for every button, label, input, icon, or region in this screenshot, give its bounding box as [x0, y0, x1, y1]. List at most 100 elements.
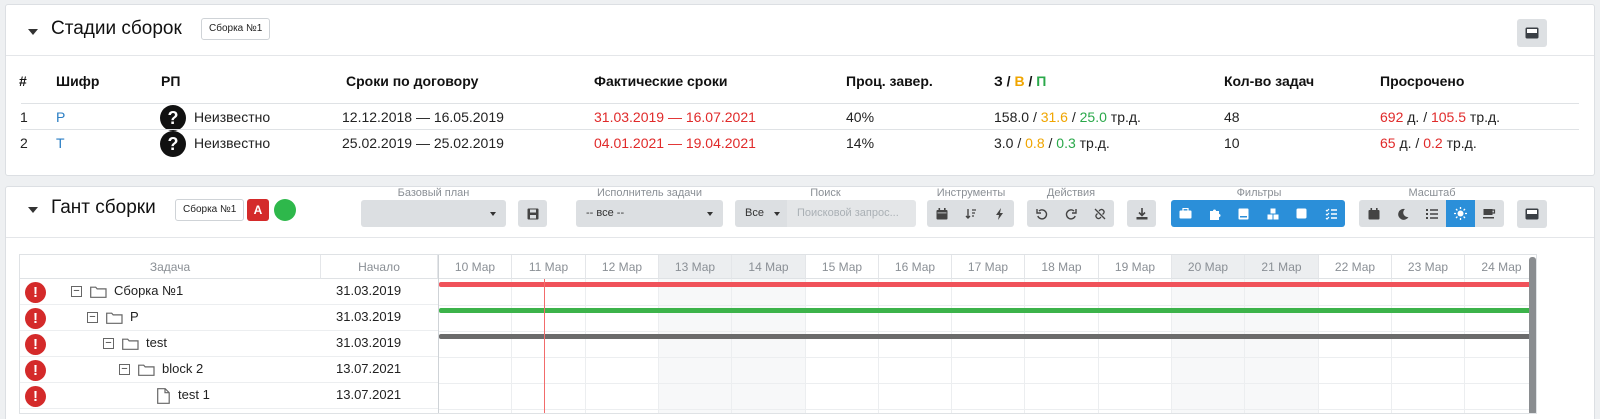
row-lines [439, 279, 1536, 280]
task-start: 13.07.2021 [336, 361, 402, 376]
folder-icon [106, 312, 123, 324]
col-rp: РП [161, 73, 181, 89]
day-header: 21 Мар [1245, 255, 1319, 279]
header-divider [6, 55, 1594, 56]
row-gridline [439, 305, 1536, 306]
day-header: 17 Мар [952, 255, 1025, 279]
panel-menu-button[interactable] [1517, 19, 1547, 47]
save-plan-button[interactable] [518, 200, 547, 227]
calendar-icon[interactable] [927, 200, 956, 227]
task-name: Р [130, 309, 139, 324]
collapse-icon[interactable]: − [87, 312, 98, 323]
tasks-icon[interactable] [1316, 200, 1345, 227]
calendar-icon[interactable] [1359, 200, 1388, 227]
floppy-icon [527, 208, 538, 219]
row-gridline [439, 357, 1536, 358]
col-percent: Проц. завер. [846, 73, 933, 89]
task-row[interactable]: ! − test 31.03.2019 [20, 331, 438, 357]
folder-icon [90, 286, 107, 298]
moon-icon[interactable] [1388, 200, 1417, 227]
cubes-icon[interactable] [1258, 200, 1287, 227]
coffee-icon[interactable] [1475, 200, 1504, 227]
row-gridline [439, 331, 1536, 332]
panel-menu-button[interactable] [1517, 200, 1547, 228]
gantt-bar-r[interactable] [439, 308, 1536, 313]
executor-select[interactable]: -- все -- [576, 200, 723, 227]
day-header: 11 Мар [512, 255, 586, 279]
stages-panel: Стадии сборок Сборка №1 # Шифр РП Сроки … [5, 4, 1595, 176]
row-code-link[interactable]: Т [56, 135, 65, 151]
task-row[interactable]: ! − Сборка №1 31.03.2019 [20, 279, 438, 305]
actions-group [1027, 200, 1114, 227]
chevron-down-icon [774, 212, 780, 216]
briefcase-icon[interactable] [1171, 200, 1200, 227]
gantt-timeline: 10 Мар 11 Мар 12 Мар 13 Мар 14 Мар 15 Мар 16 М… [439, 255, 1536, 413]
base-plan-select[interactable] [361, 200, 506, 227]
collapse-icon[interactable]: − [71, 286, 82, 297]
filters-group [1171, 200, 1345, 227]
col-overdue: Просрочено [1380, 73, 1465, 89]
gantt-panel: Гант сборки Сборка №1 A Базовый план Исп… [5, 186, 1595, 419]
collapse-icon[interactable]: − [119, 364, 130, 375]
row-tasks: 48 [1224, 109, 1240, 125]
col-start-header[interactable]: Начало [321, 255, 438, 279]
row-rp: Неизвестно [194, 109, 271, 125]
assembly-tag: Сборка №1 [201, 18, 271, 40]
book-icon[interactable] [1229, 200, 1258, 227]
scale-label: Масштаб [1408, 187, 1456, 199]
task-row[interactable]: ! − block 2 13.07.2021 [20, 357, 438, 383]
alert-icon: ! [25, 334, 46, 355]
redo-icon[interactable] [1056, 200, 1085, 227]
square-icon[interactable] [1287, 200, 1316, 227]
row-rp: Неизвестно [194, 135, 271, 151]
day-header: 10 Мар [439, 255, 512, 279]
gantt-bar-assembly[interactable] [439, 282, 1536, 287]
alert-icon: ! [25, 308, 46, 329]
alert-icon: ! [25, 360, 46, 381]
puzzle-icon[interactable] [1200, 200, 1229, 227]
lightning-icon[interactable] [985, 200, 1014, 227]
col-task-header[interactable]: Задача [20, 255, 321, 279]
task-name: Сборка №1 [114, 283, 184, 298]
download-icon [1136, 207, 1147, 219]
alert-icon: ! [25, 282, 46, 303]
collapse-icon[interactable]: − [103, 338, 114, 349]
undo-icon[interactable] [1027, 200, 1056, 227]
search-input[interactable]: Поисковой запрос... [787, 200, 916, 227]
col-actual-dates: Фактические сроки [594, 73, 728, 89]
row-overdue: 65 д. / 0.2 тр.д. [1380, 135, 1477, 151]
chevron-down-icon [490, 212, 496, 216]
row-percent: 40% [846, 109, 875, 125]
task-name: test [146, 335, 167, 350]
day-gridline [878, 279, 879, 413]
vertical-scrollbar[interactable] [1529, 257, 1536, 413]
col-code: Шифр [56, 73, 100, 89]
day-header: 15 Мар [806, 255, 879, 279]
day-header: 19 Мар [1099, 255, 1172, 279]
gantt-bar-test[interactable] [439, 334, 1536, 339]
task-start: 31.03.2019 [336, 309, 402, 324]
folder-icon [138, 364, 155, 376]
task-row[interactable]: ! test 1 13.07.2021 [20, 383, 438, 409]
file-icon [157, 388, 170, 404]
task-start: 31.03.2019 [336, 283, 402, 298]
task-start: 13.07.2021 [336, 387, 402, 402]
sort-icon[interactable] [956, 200, 985, 227]
sun-icon[interactable] [1446, 200, 1475, 227]
unlink-icon[interactable] [1085, 200, 1114, 227]
chevron-down-icon [707, 212, 713, 216]
collapse-toggle-icon[interactable] [28, 29, 38, 35]
search-scope-select[interactable]: Все [735, 200, 787, 227]
day-header: 13 Мар [659, 255, 732, 279]
gantt-grid: Задача Начало 10 Мар 11 Мар 12 Мар 13 Мар 14… [19, 254, 1537, 414]
row-divider [21, 129, 1579, 130]
task-row[interactable]: ! − Р 31.03.2019 [20, 305, 438, 331]
row-code-link[interactable]: Р [56, 109, 65, 125]
task-start: 31.03.2019 [336, 335, 402, 350]
list-icon[interactable] [1417, 200, 1446, 227]
download-button[interactable] [1127, 200, 1156, 227]
day-gridline [1024, 279, 1025, 413]
day-gridline [511, 279, 512, 413]
day-header: 20 Мар [1172, 255, 1245, 279]
day-gridline [1318, 279, 1319, 413]
